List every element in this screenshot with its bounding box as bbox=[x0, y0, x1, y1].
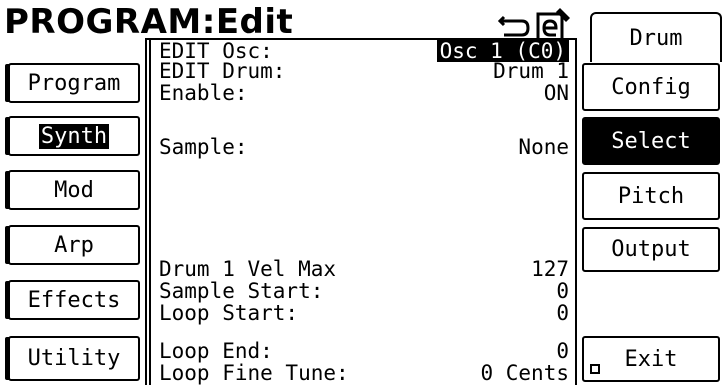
param-sample[interactable]: Sample: None bbox=[159, 136, 569, 158]
param-label: Loop Start: bbox=[159, 301, 299, 325]
pitch-label: Pitch bbox=[617, 183, 685, 209]
param-label: Enable: bbox=[159, 81, 248, 105]
tab-drum-label: Drum bbox=[629, 25, 683, 51]
param-label: Loop End: bbox=[159, 339, 273, 363]
parameter-panel: EDIT Osc: Osc 1 (C0) EDIT Drum: Drum 1 Ena… bbox=[145, 38, 577, 385]
menu-synth-label: Synth bbox=[38, 123, 110, 149]
param-edit-drum[interactable]: EDIT Drum: Drum 1 bbox=[159, 60, 569, 82]
param-loop-end[interactable]: Loop End: 0 bbox=[159, 340, 569, 362]
menu-effects-button[interactable]: Effects bbox=[8, 280, 140, 320]
config-button[interactable]: Config bbox=[582, 63, 720, 111]
param-value[interactable]: 0 bbox=[556, 340, 569, 362]
exit-button[interactable]: Exit bbox=[582, 336, 720, 382]
param-label: EDIT Drum: bbox=[159, 59, 286, 83]
param-value[interactable]: 0 Cents bbox=[480, 362, 569, 384]
param-value[interactable]: Drum 1 bbox=[493, 60, 569, 82]
select-label: Select bbox=[611, 128, 691, 154]
param-vel-max[interactable]: Drum 1 Vel Max 127 bbox=[159, 258, 569, 280]
edit-icon[interactable] bbox=[536, 8, 570, 42]
menu-utility-button[interactable]: Utility bbox=[8, 336, 140, 381]
param-label: Drum 1 Vel Max bbox=[159, 257, 337, 281]
undo-icon[interactable] bbox=[497, 15, 530, 41]
param-enable[interactable]: Enable: ON bbox=[159, 82, 569, 104]
menu-program-button[interactable]: Program bbox=[8, 63, 140, 103]
param-label: Sample Start: bbox=[159, 279, 324, 303]
menu-mod-button[interactable]: Mod bbox=[8, 170, 140, 210]
param-value[interactable]: ON bbox=[544, 82, 569, 104]
exit-indicator-icon bbox=[590, 364, 600, 374]
menu-synth-button[interactable]: Synth bbox=[8, 116, 140, 156]
select-button[interactable]: Select bbox=[582, 117, 720, 165]
exit-label: Exit bbox=[624, 346, 678, 372]
program-edit-screen: PROGRAM:Edit Program Synth Mod Arp Effec… bbox=[0, 0, 726, 385]
tab-drum[interactable]: Drum bbox=[590, 12, 722, 62]
param-loop-start[interactable]: Loop Start: 0 bbox=[159, 302, 569, 324]
param-label: Sample: bbox=[159, 135, 248, 159]
menu-utility-label: Utility bbox=[27, 346, 121, 371]
menu-arp-label: Arp bbox=[54, 232, 94, 258]
toolbar-icons bbox=[497, 8, 572, 42]
param-sample-start[interactable]: Sample Start: 0 bbox=[159, 280, 569, 302]
menu-effects-label: Effects bbox=[27, 287, 121, 313]
config-label: Config bbox=[611, 74, 691, 100]
output-label: Output bbox=[611, 237, 691, 262]
param-value[interactable]: 0 bbox=[556, 302, 569, 324]
output-button[interactable]: Output bbox=[582, 227, 720, 272]
menu-program-label: Program bbox=[27, 70, 121, 96]
menu-arp-button[interactable]: Arp bbox=[8, 225, 140, 265]
param-value[interactable]: None bbox=[518, 136, 569, 158]
param-label: Loop Fine Tune: bbox=[159, 361, 349, 385]
param-loop-fine-tune[interactable]: Loop Fine Tune: 0 Cents bbox=[159, 362, 569, 384]
param-value[interactable]: 0 bbox=[556, 280, 569, 302]
param-value[interactable]: 127 bbox=[531, 258, 569, 280]
menu-mod-label: Mod bbox=[54, 177, 94, 203]
pitch-button[interactable]: Pitch bbox=[582, 172, 720, 220]
